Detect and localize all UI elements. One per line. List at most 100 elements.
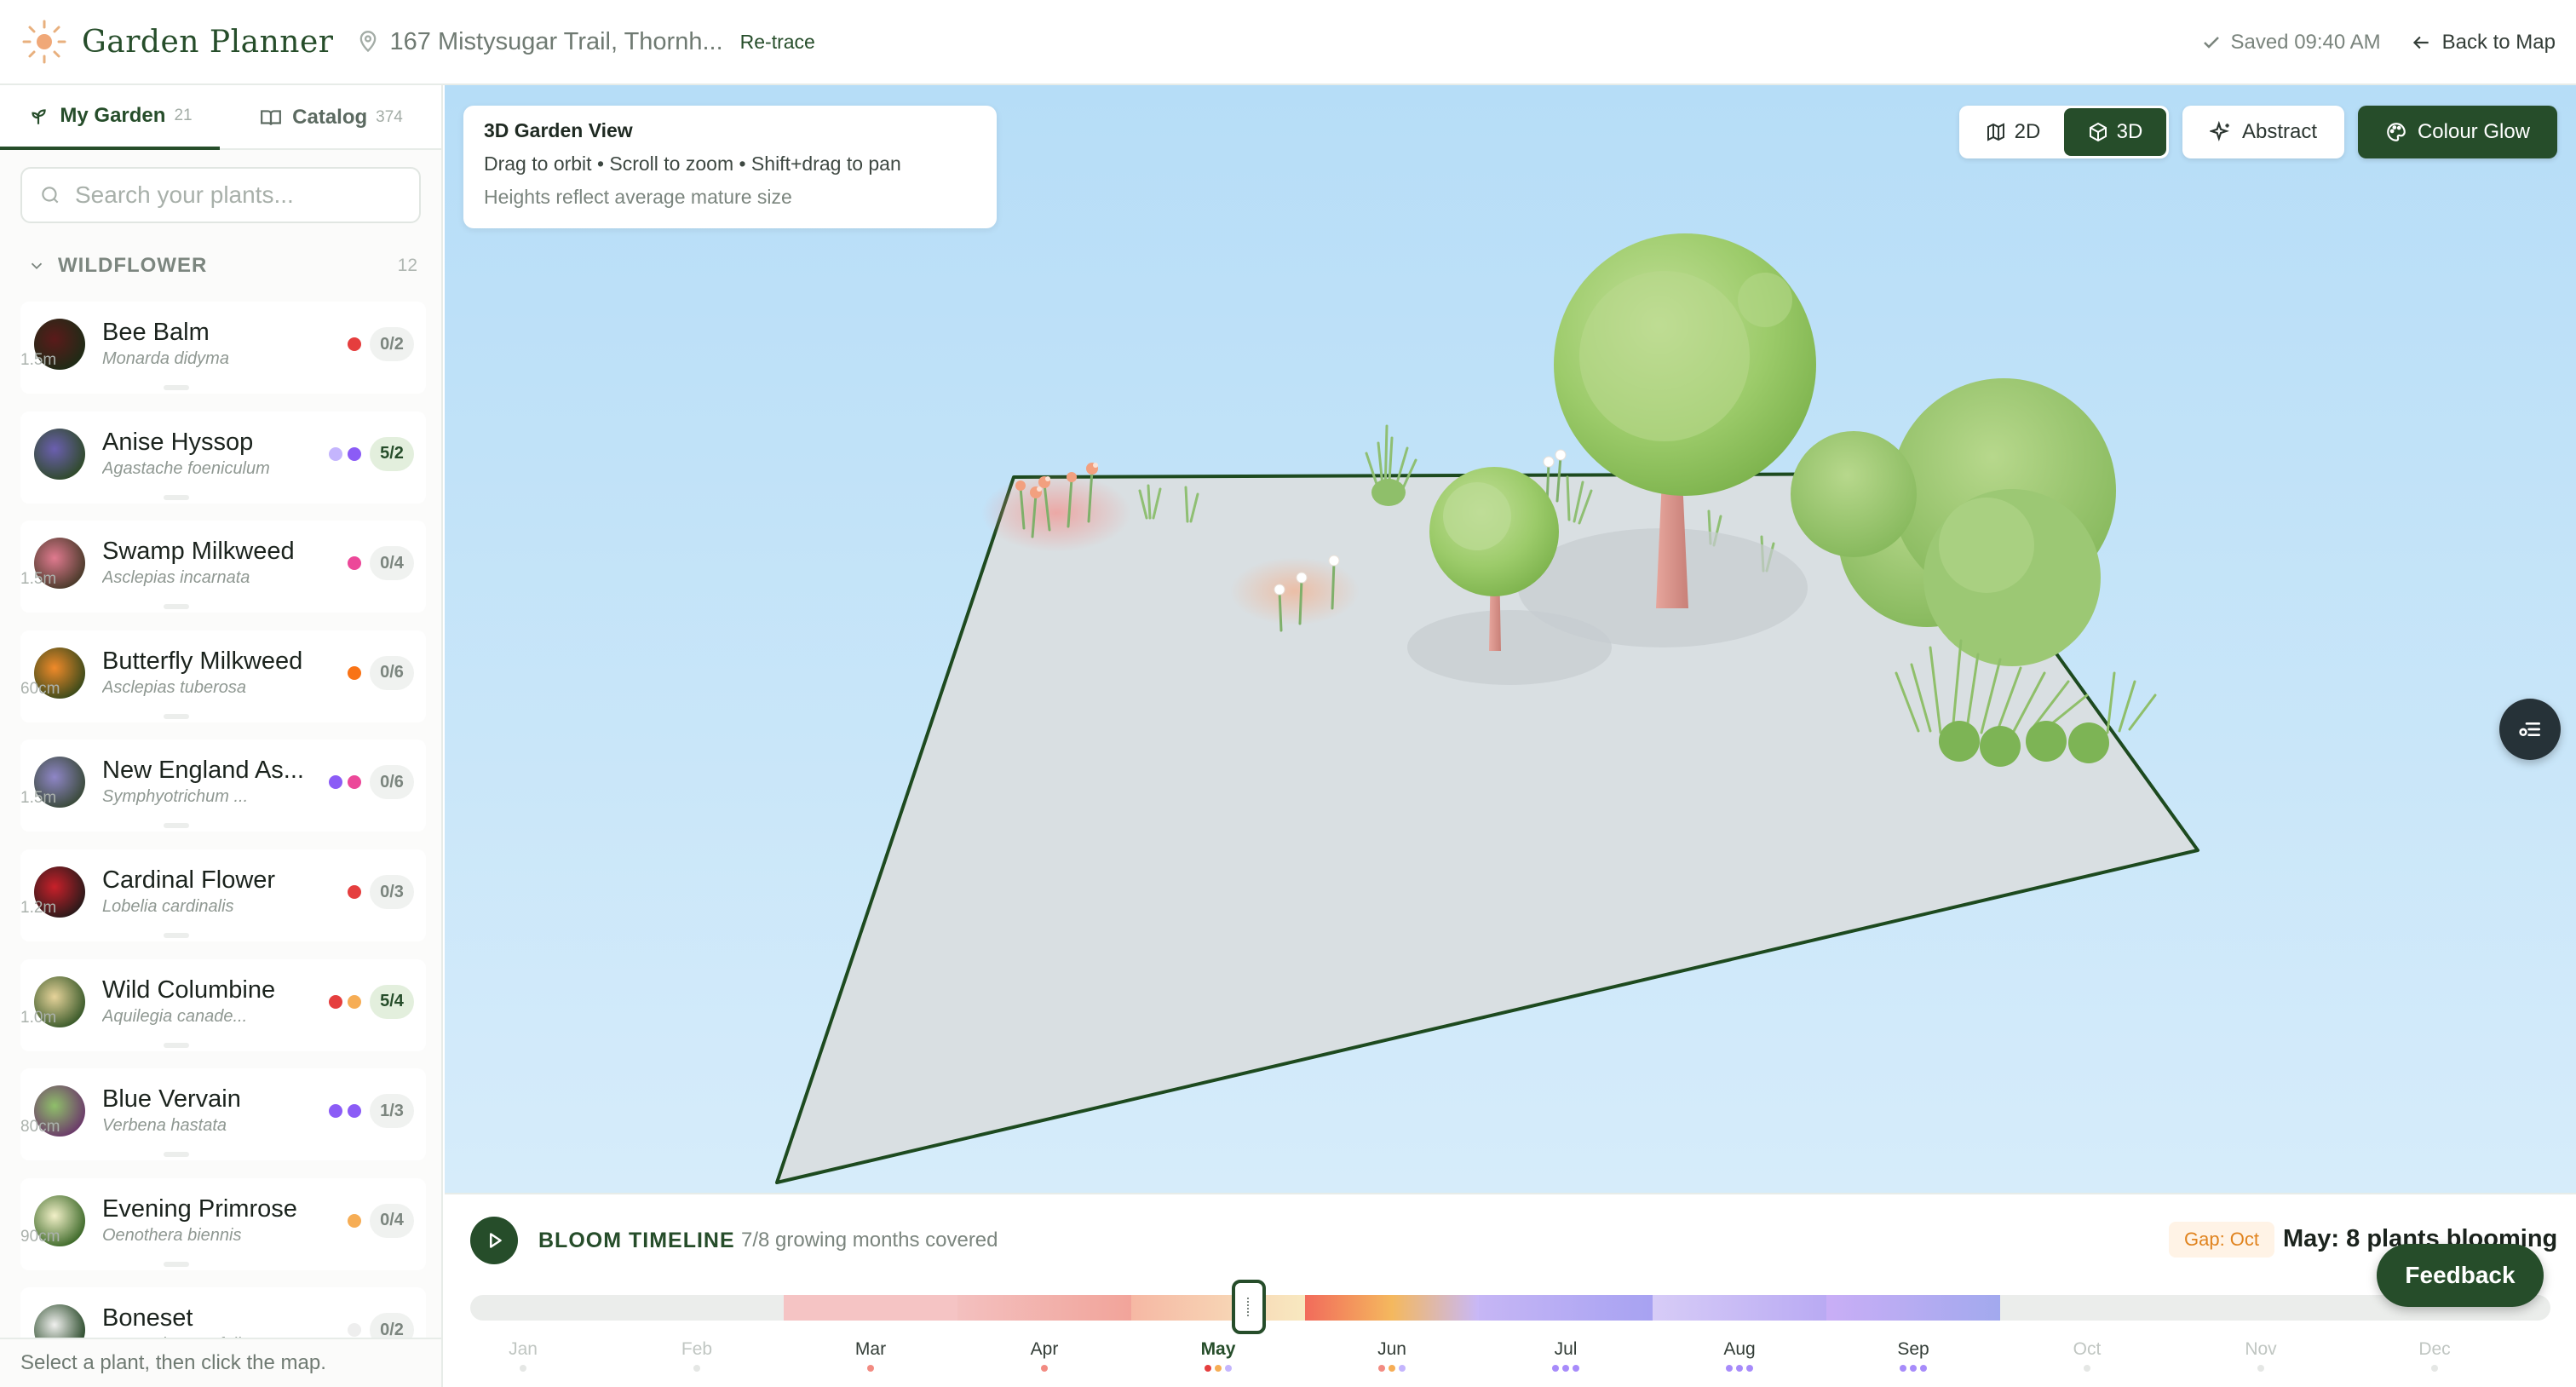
month-bloom-dots: [2210, 1365, 2312, 1372]
plant-height: 60cm: [20, 679, 60, 698]
bloom-color-dots: [342, 665, 361, 680]
back-to-map-button[interactable]: Back to Map: [2410, 31, 2556, 55]
plant-name: Butterfly Milkweed: [102, 647, 303, 675]
month-label[interactable]: Aug: [1688, 1339, 1791, 1360]
bloom-band-segment: [1653, 1295, 1826, 1321]
month-label[interactable]: Apr: [993, 1339, 1095, 1360]
bloom-color-dots: [324, 775, 361, 790]
month-bloom-dot: [1900, 1365, 1906, 1372]
timeline-track[interactable]: [470, 1295, 2550, 1321]
back-to-map-label: Back to Map: [2441, 31, 2556, 54]
abstract-button[interactable]: Abstract: [2182, 106, 2344, 158]
bloom-color-dot: [348, 1323, 361, 1338]
plant-name: Swamp Milkweed: [102, 538, 295, 566]
plant-name: Wild Columbine: [102, 976, 276, 1004]
bloom-color-dot: [348, 994, 361, 1009]
month-bloom-dots: [1167, 1365, 1269, 1372]
plant-list-item[interactable]: Anise Hyssop Agastache foeniculum 5/2: [20, 411, 426, 504]
plant-name: New England As...: [102, 757, 304, 785]
view-info-card: 3D Garden View Drag to orbit • Scroll to…: [463, 106, 997, 228]
placement-progress-bar: [164, 823, 189, 829]
month-bloom-dot: [520, 1365, 526, 1372]
save-status: Saved 09:40 AM: [2201, 31, 2381, 55]
month-bloom-dot: [1399, 1365, 1406, 1372]
cube-icon: [2089, 122, 2107, 142]
plant-list-item[interactable]: Wild Columbine Aquilegia canade... 1.0m 5/4: [20, 958, 426, 1051]
tab-my-garden[interactable]: My Garden 21: [0, 85, 220, 150]
retrace-link[interactable]: Re-trace: [740, 31, 815, 54]
month-bloom-dots: [819, 1365, 922, 1372]
plant-list-item[interactable]: Cardinal Flower Lobelia cardinalis 1.2m 0/3: [20, 849, 426, 941]
month-bloom-dot: [1726, 1365, 1733, 1372]
plant-scientific-name: Lobelia cardinalis: [102, 897, 234, 916]
arrow-left-icon: [2412, 36, 2429, 49]
sidebar-hint: Select a plant, then click the map.: [0, 1338, 441, 1387]
bloom-band-segment: [1826, 1295, 2000, 1321]
plant-scientific-name: Asclepias incarnata: [102, 568, 250, 588]
timeline-scrubber-handle[interactable]: [1232, 1280, 1266, 1334]
bloom-color-dots: [324, 446, 361, 461]
month-label[interactable]: Dec: [2383, 1339, 2486, 1360]
placement-progress-bar: [164, 494, 189, 500]
plant-list-item[interactable]: New England As... Symphyotrichum ... 1.5m 0…: [20, 740, 426, 832]
plant-height: 80cm: [20, 1118, 60, 1137]
month-label[interactable]: May: [1167, 1339, 1269, 1360]
bloom-band-segment: [1479, 1295, 1653, 1321]
plant-scientific-name: Symphyotrichum ...: [102, 787, 249, 807]
placement-count-badge: 0/2: [370, 327, 414, 361]
chevron-down-icon: [31, 262, 43, 270]
colour-glow-label: Colour Glow: [2417, 120, 2531, 143]
play-timeline-button[interactable]: [470, 1217, 518, 1264]
address-display: 167 Mistysugar Trail, Thornh...: [356, 28, 723, 56]
bloom-color-dot: [348, 665, 361, 680]
placement-progress-bar: [164, 1261, 189, 1267]
plant-search-input[interactable]: [75, 181, 416, 209]
tab-catalog[interactable]: Catalog 374: [221, 85, 441, 150]
plant-list-item[interactable]: Swamp Milkweed Asclepias incarnata 1.5m 0/4: [20, 521, 426, 613]
bloom-glow-bee-balm: [981, 474, 1131, 552]
garden-3d-scene[interactable]: [445, 85, 2576, 1193]
app-header: Garden Planner 167 Mistysugar Trail, Tho…: [0, 0, 2576, 85]
month-bloom-dot: [1746, 1365, 1753, 1372]
check-icon: [2204, 37, 2220, 49]
month-label[interactable]: Jan: [472, 1339, 574, 1360]
month-bloom-dot: [1736, 1365, 1743, 1372]
wildflower-group-header[interactable]: WILDFLOWER 12: [27, 250, 417, 281]
plant-list-item[interactable]: Butterfly Milkweed Asclepias tuberosa 60cm…: [20, 630, 426, 722]
placement-progress-bar: [164, 604, 189, 610]
view-3d-button[interactable]: 3D: [2064, 108, 2166, 156]
plant-name: Bee Balm: [102, 319, 210, 346]
play-icon: [490, 1233, 502, 1248]
plant-height: 1.5m: [20, 351, 57, 369]
brand[interactable]: Garden Planner: [20, 18, 334, 66]
month-bloom-dots: [2383, 1365, 2486, 1372]
month-label[interactable]: Sep: [1862, 1339, 1964, 1360]
legend-toggle-button[interactable]: [2499, 699, 2561, 760]
plant-list-item[interactable]: Bee Balm Monarda didyma 1.5m 0/2: [20, 302, 426, 394]
month-label[interactable]: Feb: [646, 1339, 748, 1360]
month-bloom-dots: [1688, 1365, 1791, 1372]
month-label[interactable]: Nov: [2210, 1339, 2312, 1360]
plant-list-item[interactable]: Evening Primrose Oenothera biennis 90cm 0/4: [20, 1177, 426, 1270]
plant-scientific-name: Aquilegia canade...: [102, 1006, 248, 1026]
view-info-controls: Drag to orbit • Scroll to zoom • Shift+d…: [484, 153, 901, 175]
view-2d-button[interactable]: 2D: [1962, 108, 2064, 156]
plant-scientific-name: Agastache foeniculum: [102, 458, 270, 478]
grass-mound: [1371, 479, 1406, 506]
plant-list-item[interactable]: Blue Vervain Verbena hastata 80cm 1/3: [20, 1068, 426, 1161]
colour-glow-button[interactable]: Colour Glow: [2358, 106, 2557, 158]
plant-name: Blue Vervain: [102, 1085, 241, 1114]
plant-name: Anise Hyssop: [102, 428, 254, 456]
bloom-band-segment: [1305, 1295, 1479, 1321]
abstract-label: Abstract: [2241, 120, 2318, 143]
feedback-button[interactable]: Feedback: [2377, 1244, 2544, 1307]
tab-catalog-count: 374: [376, 108, 403, 126]
month-label[interactable]: Jun: [1341, 1339, 1443, 1360]
bloom-band-segment: [1131, 1295, 1305, 1321]
month-label[interactable]: Oct: [2036, 1339, 2138, 1360]
bloom-color-dot: [348, 337, 361, 351]
garden-3d-viewport[interactable]: 3D Garden View Drag to orbit • Scroll to…: [445, 85, 2576, 1193]
bloom-color-dot: [348, 446, 361, 461]
month-label[interactable]: Jul: [1515, 1339, 1617, 1360]
month-label[interactable]: Mar: [819, 1339, 922, 1360]
